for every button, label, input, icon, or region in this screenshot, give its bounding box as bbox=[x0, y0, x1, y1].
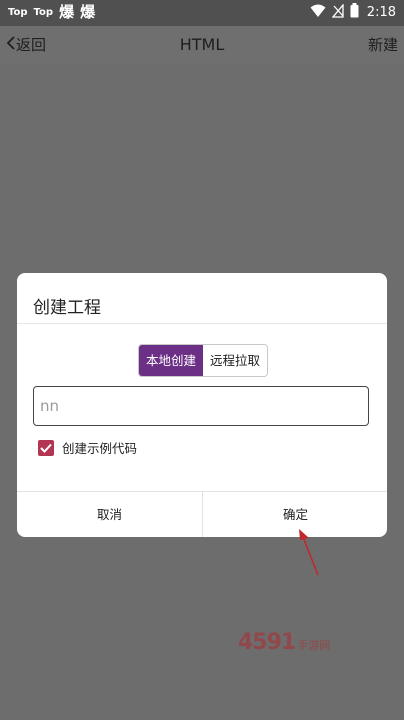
notification-glyph: 爆 bbox=[80, 3, 96, 21]
notification-app-label: Top bbox=[33, 6, 54, 18]
chevron-left-icon bbox=[6, 35, 16, 55]
divider bbox=[17, 323, 387, 324]
annotation-arrow-icon bbox=[290, 526, 330, 582]
notification-glyph: 爆 bbox=[59, 3, 75, 21]
notification-app-label: Top bbox=[8, 6, 28, 18]
project-name-input[interactable] bbox=[33, 386, 369, 426]
signal-off-icon bbox=[331, 2, 344, 22]
back-label: 返回 bbox=[16, 36, 47, 54]
clock: 2:18 bbox=[366, 5, 396, 20]
new-button[interactable]: 新建 bbox=[368, 34, 398, 55]
dialog-title: 创建工程 bbox=[33, 298, 101, 318]
cancel-button[interactable]: 取消 bbox=[17, 492, 202, 537]
sample-code-checkbox[interactable] bbox=[38, 439, 54, 456]
notification-area: Top Top 爆 爆 bbox=[8, 4, 95, 20]
battery-icon bbox=[350, 3, 359, 22]
source-segmented-control: 本地创建 远程拉取 bbox=[138, 344, 268, 377]
app-bar: 返回 HTML 新建 bbox=[0, 26, 404, 64]
sample-code-option: 创建示例代码 bbox=[38, 438, 137, 457]
watermark-logo: 4591 手游网 bbox=[238, 630, 330, 655]
segment-remote-pull[interactable]: 远程拉取 bbox=[203, 345, 267, 376]
back-button[interactable]: 返回 bbox=[6, 34, 46, 55]
sample-code-label: 创建示例代码 bbox=[62, 441, 138, 456]
create-project-dialog: 创建工程 本地创建 远程拉取 创建示例代码 取消 确定 bbox=[17, 273, 387, 537]
segment-local-create[interactable]: 本地创建 bbox=[139, 345, 203, 376]
status-bar: Top Top 爆 爆 2:18 bbox=[0, 0, 404, 26]
watermark-text: 手游网 bbox=[297, 639, 331, 652]
page-title: HTML bbox=[179, 35, 225, 54]
system-icons: 2:18 bbox=[310, 2, 396, 22]
screen: Top Top 爆 爆 2:18 返回 HTML 新建 创建工程 本地创建 远程… bbox=[0, 0, 404, 720]
watermark-number: 4591 bbox=[238, 630, 296, 655]
checkmark-icon bbox=[40, 443, 52, 453]
wifi-icon bbox=[310, 4, 326, 22]
